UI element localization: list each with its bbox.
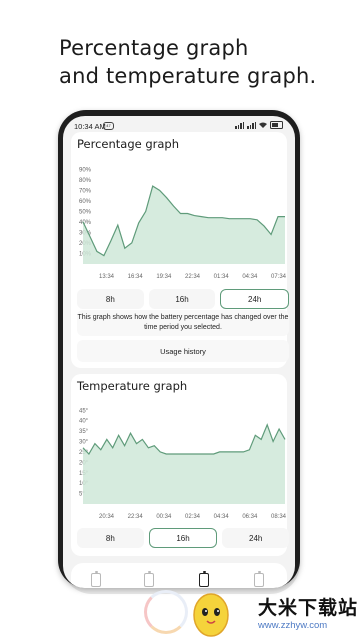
status-badge: 47 (103, 122, 114, 130)
percentage-range-selector: 8h 16h 24h (77, 289, 290, 309)
watermark-ring-icon (144, 590, 188, 634)
battery-history-icon[interactable] (254, 571, 264, 587)
watermark-url: www.zzhyw.com (258, 620, 328, 631)
promo-headline: Percentage graph and temperature graph. (59, 34, 316, 90)
y-tick-label: 45° (79, 408, 89, 414)
y-tick-label: 50% (79, 209, 92, 215)
headline-line-1: Percentage graph (59, 36, 249, 60)
wifi-icon (259, 122, 267, 128)
y-tick-label: 70% (79, 188, 92, 194)
x-tick-label: 16:34 (128, 274, 144, 280)
bottom-tab-bar (71, 563, 287, 588)
percentage-area (83, 186, 285, 264)
range-24h-button[interactable]: 24h (222, 528, 290, 548)
range-8h-button[interactable]: 8h (77, 528, 144, 548)
x-tick-label: 04:34 (214, 514, 230, 520)
phone-frame: 10:34 AM 47 Percentage graph 90% 80% 70% 60… (58, 110, 300, 588)
range-16h-button[interactable]: 16h (148, 289, 216, 309)
percentage-chart: 90%80%70%60%50%40%30%20%10% 13:3416:3419… (79, 167, 287, 280)
y-tick-label: 40% (79, 220, 92, 226)
y-tick-label: 35° (79, 429, 89, 435)
x-tick-label: 20:34 (99, 514, 115, 520)
percentage-description: This graph shows how the battery percent… (77, 310, 289, 336)
percentage-card-title: Percentage graph (77, 137, 180, 151)
x-tick-label: 13:34 (99, 274, 115, 280)
headline-line-2: and temperature graph. (59, 64, 317, 88)
x-tick-label: 19:34 (156, 274, 172, 280)
watermark-mascot-icon (193, 593, 229, 637)
temperature-range-selector: 8h 16h 24h (77, 528, 290, 548)
x-tick-label: 01:34 (214, 274, 230, 280)
temperature-card-title: Temperature graph (77, 379, 188, 393)
y-tick-label: 30° (79, 440, 89, 446)
battery-status-icon (270, 121, 283, 129)
x-tick-label: 07:34 (271, 274, 287, 280)
range-24h-button[interactable]: 24h (220, 289, 290, 309)
temperature-card: Temperature graph 45°40°35°30°25°20°15°1… (71, 374, 290, 556)
status-icons (235, 121, 283, 129)
battery-outline-icon[interactable] (91, 571, 101, 587)
x-tick-label: 08:34 (271, 514, 287, 520)
y-tick-label: 80% (79, 178, 92, 184)
phone-screen: 10:34 AM 47 Percentage graph 90% 80% 70% 60… (63, 116, 295, 588)
y-tick-label: 90% (79, 167, 92, 173)
watermark-text: 大米下载站 (258, 597, 359, 619)
signal-icon (235, 121, 244, 129)
range-8h-button[interactable]: 8h (77, 289, 144, 309)
x-tick-label: 22:34 (128, 514, 144, 520)
signal-2-icon (247, 121, 256, 129)
x-tick-label: 00:34 (156, 514, 172, 520)
battery-charging-icon[interactable] (199, 571, 209, 587)
y-tick-label: 60% (79, 199, 92, 205)
range-16h-button[interactable]: 16h (148, 528, 218, 548)
usage-history-button[interactable]: Usage history (77, 340, 289, 362)
x-tick-label: 06:34 (242, 514, 258, 520)
x-tick-label: 04:34 (242, 274, 258, 280)
battery-status-icon[interactable] (144, 571, 154, 587)
x-tick-label: 02:34 (185, 514, 201, 520)
x-tick-label: 22:34 (185, 274, 201, 280)
temperature-chart: 45°40°35°30°25°20°15°10°5° 20:3422:3400:… (79, 408, 287, 520)
y-tick-label: 40° (79, 419, 89, 425)
site-watermark: 大米下载站 www.zzhyw.com (140, 586, 360, 640)
status-time: 10:34 AM (74, 122, 106, 131)
